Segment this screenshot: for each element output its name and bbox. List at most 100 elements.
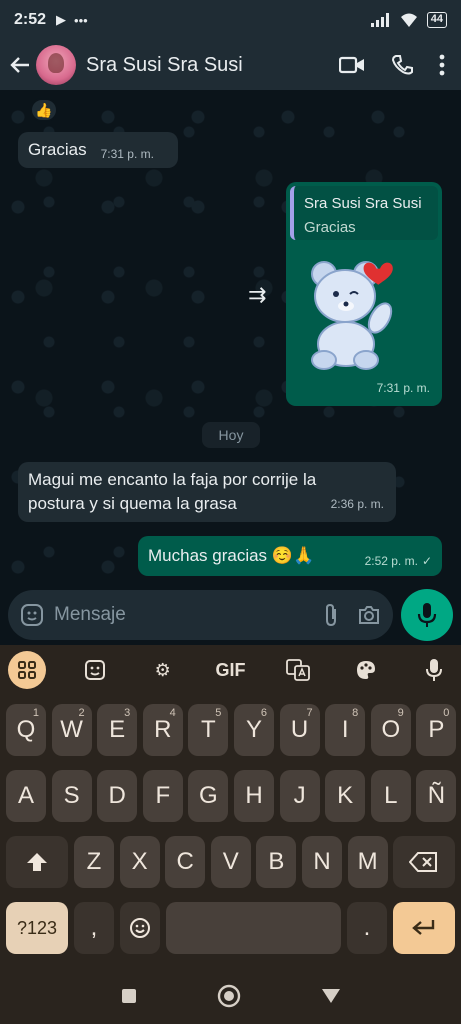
- key-d[interactable]: D: [97, 770, 138, 822]
- microphone-button[interactable]: [401, 589, 453, 641]
- keyboard-row-3: Z X C V B NM: [0, 836, 461, 888]
- settings-gear-icon[interactable]: ⚙: [144, 651, 182, 689]
- key-label: U: [290, 716, 309, 743]
- key-label: L: [384, 782, 398, 809]
- message-text: Muchas gracias ☺️🙏: [148, 546, 315, 565]
- key-w[interactable]: W2: [51, 704, 92, 756]
- space-key[interactable]: [166, 902, 341, 954]
- emoji-key[interactable]: [120, 902, 160, 954]
- wifi-icon: [400, 13, 417, 27]
- quoted-message[interactable]: Sra Susi Sra Susi Gracias: [290, 186, 438, 240]
- backspace-icon: [409, 852, 437, 872]
- shift-key[interactable]: [6, 836, 68, 888]
- contact-name[interactable]: Sra Susi Sra Susi: [86, 54, 339, 77]
- key-number-hint: 2: [78, 707, 85, 719]
- key-a[interactable]: A: [6, 770, 46, 822]
- message-placeholder[interactable]: Mensaje: [54, 604, 305, 626]
- key-m[interactable]: M: [347, 836, 388, 888]
- key-v[interactable]: V: [210, 836, 251, 888]
- outgoing-message[interactable]: Muchas gracias ☺️🙏 2:52 p. m. ✓: [138, 536, 442, 576]
- key-label: I: [341, 716, 349, 743]
- emoji-sticker-icon[interactable]: [76, 651, 114, 689]
- key-t[interactable]: T5: [188, 704, 229, 756]
- key-s[interactable]: S: [51, 770, 92, 822]
- smiley-icon: [130, 918, 150, 938]
- keyboard-row-2: A S D F GH J K L Ñ: [0, 770, 461, 822]
- key-y[interactable]: Y6: [234, 704, 274, 756]
- key-label: X: [131, 848, 148, 875]
- apps-grid-icon[interactable]: [8, 651, 46, 689]
- gif-button[interactable]: GIF: [211, 651, 249, 689]
- key-number-hint: 9: [397, 707, 404, 719]
- key-e[interactable]: E3: [97, 704, 138, 756]
- key-label: E: [109, 716, 126, 743]
- key-b[interactable]: B: [256, 836, 297, 888]
- message-input[interactable]: Mensaje: [8, 590, 393, 640]
- reaction-badge[interactable]: 👍: [30, 98, 58, 122]
- key-number-hint: 5: [215, 707, 222, 719]
- recents-square-icon[interactable]: [121, 988, 137, 1004]
- key-g[interactable]: G: [188, 770, 229, 822]
- key-n[interactable]: N: [302, 836, 342, 888]
- key-u[interactable]: U7: [279, 704, 320, 756]
- key-p[interactable]: P0: [416, 704, 457, 756]
- back-triangle-icon[interactable]: [321, 988, 341, 1004]
- status-bar: 2:52 ▶ ••• 44: [0, 0, 461, 40]
- key-label: R: [154, 716, 172, 743]
- key-k[interactable]: K: [325, 770, 366, 822]
- key-number-hint: 8: [352, 707, 359, 719]
- key-label: V: [222, 848, 239, 875]
- chat-area[interactable]: 👍 Gracias 7:31 p. m. ⇉ Sra Susi Sra Susi…: [0, 90, 461, 585]
- enter-arrow-icon: [412, 920, 435, 935]
- palette-icon[interactable]: [347, 651, 385, 689]
- avatar[interactable]: [36, 45, 76, 85]
- video-call-icon[interactable]: [339, 55, 365, 75]
- key-o[interactable]: O9: [370, 704, 411, 756]
- sticker-icon[interactable]: [20, 603, 44, 627]
- more-options-icon[interactable]: [439, 54, 445, 76]
- day-separator: Hoy: [202, 422, 260, 448]
- key-label: M: [357, 848, 378, 875]
- signal-icon: [370, 13, 389, 27]
- key-c[interactable]: C: [165, 836, 206, 888]
- incoming-message[interactable]: Gracias 7:31 p. m.: [18, 132, 178, 168]
- key-label: Ñ: [427, 782, 446, 809]
- keyboard: Q1W2E3R4T5Y6U7I8O9P0 ASDFGHJKLÑ ZXCVBNM …: [0, 695, 461, 968]
- message-time: 2:52 p. m.: [364, 554, 418, 568]
- key-ñ[interactable]: Ñ: [416, 770, 457, 822]
- phone-call-icon[interactable]: [391, 54, 413, 76]
- outgoing-sticker-message[interactable]: Sra Susi Sra Susi Gracias 7:31 p. m.: [286, 182, 442, 406]
- key-label: P: [428, 716, 445, 743]
- key-q[interactable]: Q1: [6, 704, 46, 756]
- home-circle-icon[interactable]: [217, 984, 241, 1008]
- voice-input-icon[interactable]: [415, 651, 453, 689]
- teddy-bear-sticker[interactable]: [304, 252, 414, 372]
- comma-key[interactable]: ,: [74, 902, 114, 954]
- camera-icon[interactable]: [357, 604, 381, 626]
- key-label: B: [268, 848, 285, 875]
- key-x[interactable]: X: [119, 836, 160, 888]
- key-f[interactable]: F: [142, 770, 183, 822]
- key-z[interactable]: Z: [74, 836, 114, 888]
- translate-icon[interactable]: [279, 651, 317, 689]
- quoted-text: Gracias: [304, 219, 356, 236]
- back-arrow-icon[interactable]: [8, 53, 32, 77]
- period-key[interactable]: .: [347, 902, 387, 954]
- chat-header: Sra Susi Sra Susi: [0, 40, 461, 90]
- key-label: K: [337, 782, 354, 809]
- key-number-hint: 6: [260, 707, 267, 719]
- attach-icon[interactable]: [323, 603, 339, 627]
- forward-icon[interactable]: ⇉: [248, 282, 266, 308]
- key-j[interactable]: J: [279, 770, 320, 822]
- key-h[interactable]: H: [234, 770, 274, 822]
- symbols-key[interactable]: ?123: [6, 902, 68, 954]
- message-meta: 2:52 p. m. ✓: [365, 549, 432, 573]
- key-i[interactable]: I8: [325, 704, 366, 756]
- key-label: S: [63, 782, 80, 809]
- backspace-key[interactable]: [393, 836, 455, 888]
- enter-key[interactable]: [393, 902, 455, 954]
- key-r[interactable]: R4: [142, 704, 183, 756]
- key-l[interactable]: L: [370, 770, 411, 822]
- incoming-message[interactable]: Magui me encanto la faja por corrije la …: [18, 462, 396, 522]
- more-notifications-icon: •••: [74, 12, 88, 28]
